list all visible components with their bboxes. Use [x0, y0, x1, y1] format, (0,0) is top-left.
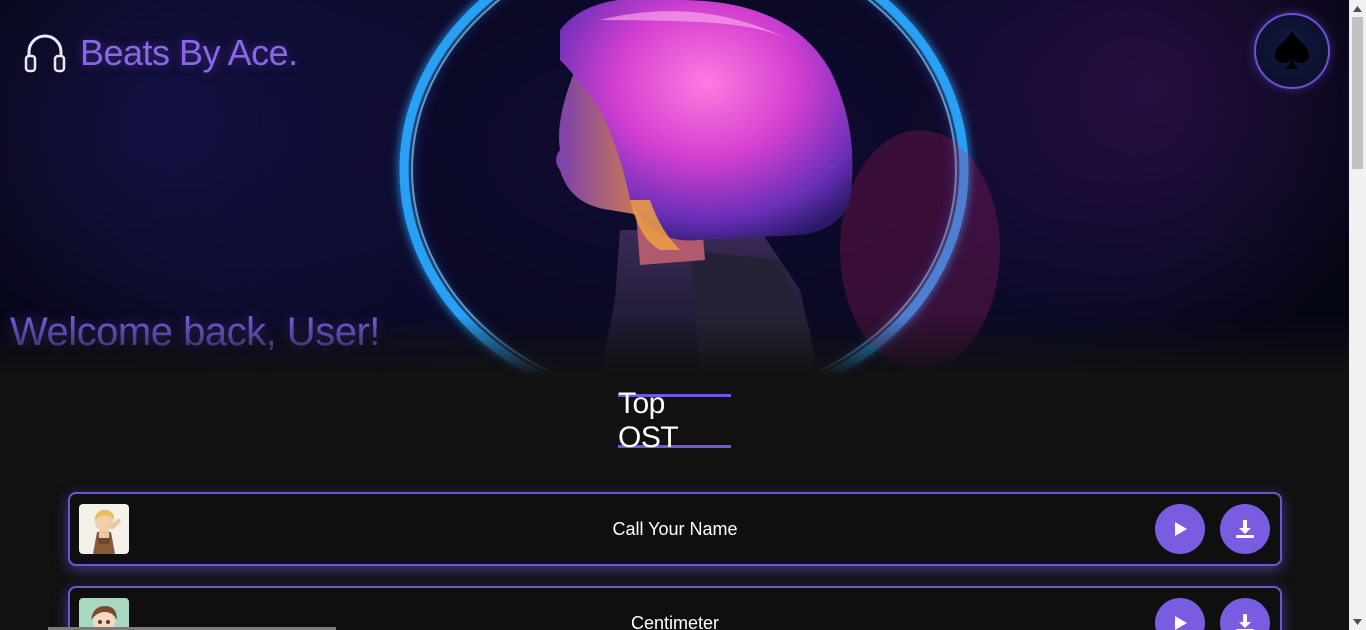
- scroll-up-arrow-icon[interactable]: [1349, 0, 1366, 17]
- scroll-down-arrow-icon[interactable]: [1349, 613, 1366, 630]
- track-title: Call Your Name: [612, 518, 738, 539]
- play-button[interactable]: [1155, 504, 1205, 554]
- spade-icon: [1269, 28, 1315, 74]
- track-card[interactable]: Centimeter: [68, 586, 1282, 630]
- profile-button[interactable]: [1254, 13, 1330, 89]
- section-title: Top OST: [618, 387, 731, 454]
- track-title: Centimeter: [630, 612, 720, 630]
- vertical-scrollbar[interactable]: [1349, 0, 1366, 630]
- anime-character-thumbnail: [79, 504, 129, 554]
- brand[interactable]: Beats By Ace.: [22, 30, 298, 76]
- download-icon: [1236, 614, 1254, 630]
- play-icon: [1175, 522, 1187, 536]
- play-icon: [1175, 616, 1187, 630]
- headphones-icon: [22, 30, 68, 76]
- scrollbar-thumb[interactable]: [1352, 17, 1363, 169]
- welcome-message: Welcome back, User!: [10, 310, 380, 354]
- download-button[interactable]: [1220, 598, 1270, 630]
- hero-banner: Beats By Ace. Welcome back, User!: [0, 0, 1349, 376]
- track-card[interactable]: Call Your Name: [68, 492, 1282, 566]
- download-button[interactable]: [1220, 504, 1270, 554]
- anime-character-thumbnail: [79, 598, 129, 630]
- page: Beats By Ace. Welcome back, User! Top OS…: [0, 0, 1349, 630]
- download-icon: [1236, 520, 1254, 538]
- brand-name: Beats By Ace.: [80, 32, 298, 73]
- play-button[interactable]: [1155, 598, 1205, 630]
